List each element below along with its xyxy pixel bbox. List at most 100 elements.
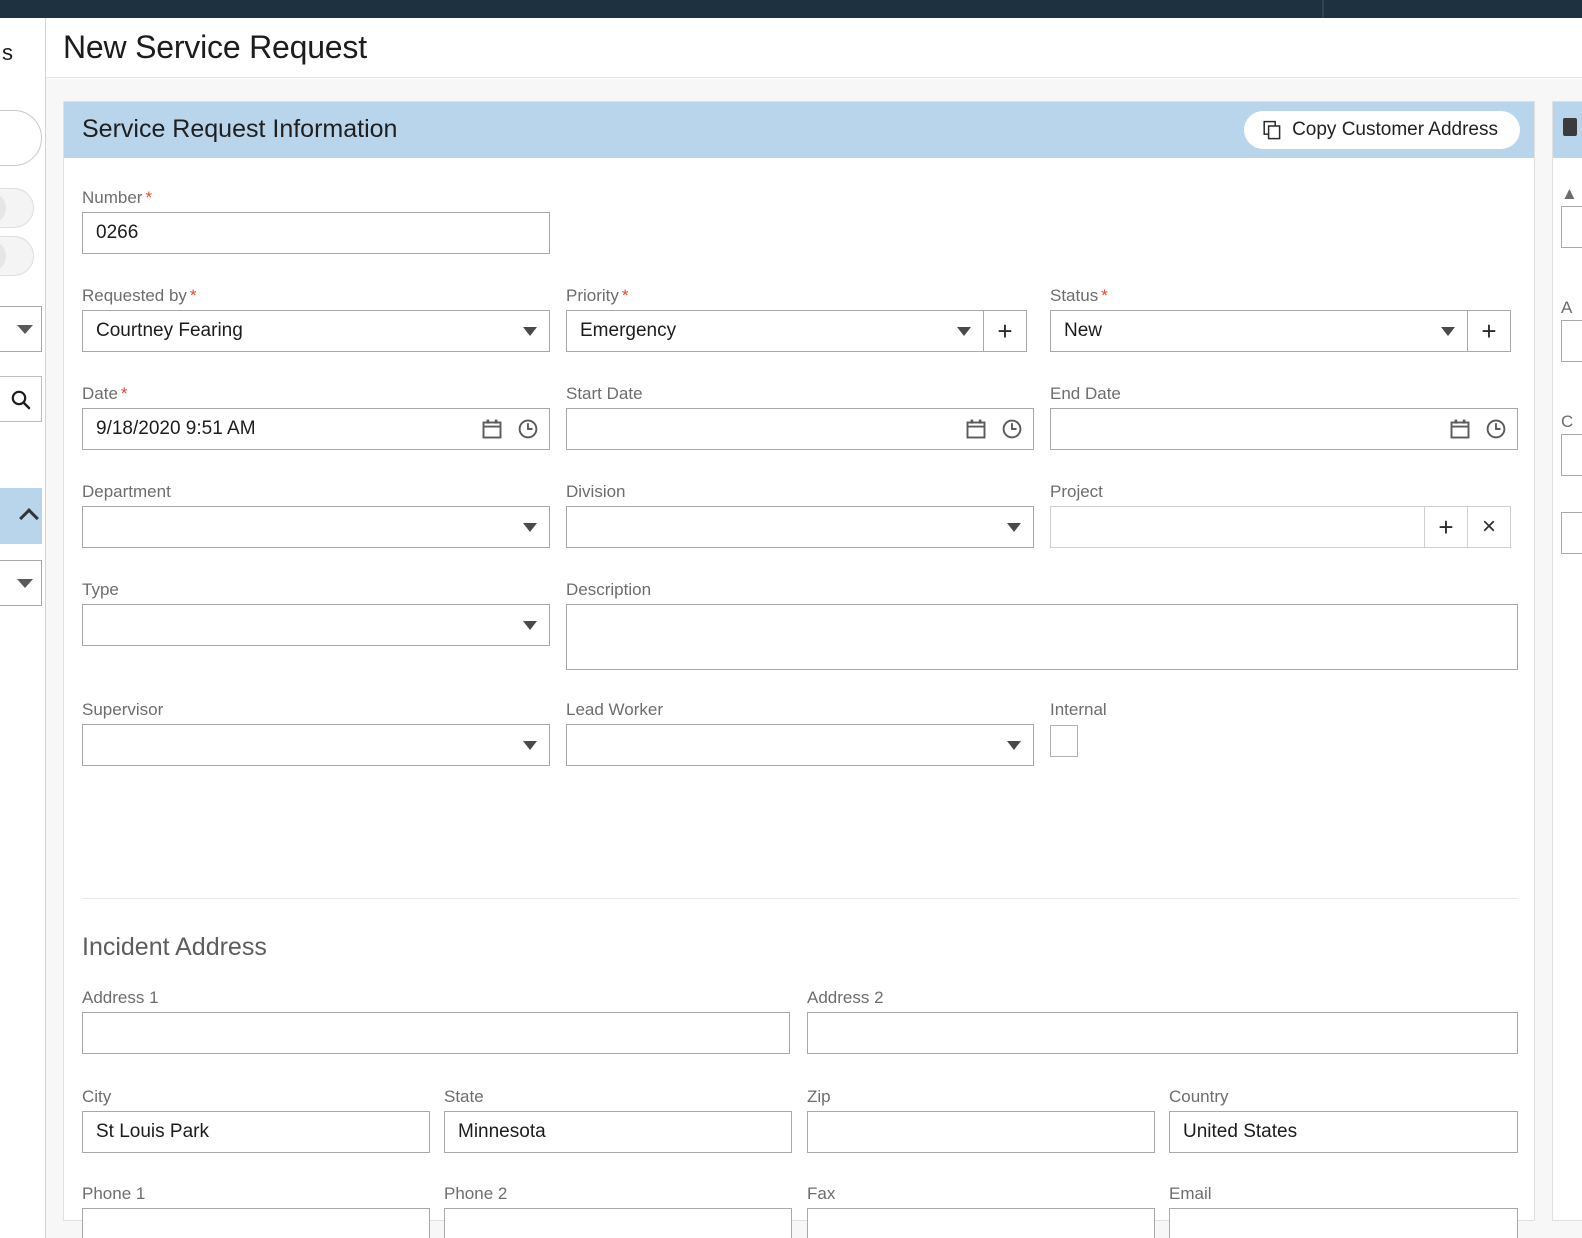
field-phone2: Phone 2: [444, 1184, 792, 1238]
copy-customer-address-label: Copy Customer Address: [1292, 119, 1498, 140]
sidebar-rounded-button[interactable]: [0, 110, 42, 166]
calendar-icon[interactable]: [1449, 418, 1471, 440]
toggle-knob: [0, 192, 6, 224]
status-select[interactable]: New: [1050, 310, 1468, 352]
field-requested-by: Requested by * Courtney Fearing: [82, 286, 550, 352]
sidebar-collapsed-section-header[interactable]: [0, 488, 42, 544]
chevron-down-icon: [1007, 741, 1021, 750]
field-email: Email: [1169, 1184, 1518, 1238]
field-internal-label: Internal: [1050, 700, 1107, 719]
required-marker: *: [1101, 286, 1108, 305]
zip-input[interactable]: [807, 1111, 1155, 1153]
field-priority-label: Priority *: [566, 286, 629, 305]
field-zip: Zip: [807, 1087, 1155, 1153]
chevron-down-icon: [523, 621, 537, 630]
sidebar-toggle-2[interactable]: [0, 236, 34, 276]
field-phone1: Phone 1: [82, 1184, 430, 1238]
requested-by-select[interactable]: Courtney Fearing: [82, 310, 550, 352]
chevron-down-icon: [957, 327, 971, 336]
left-sidebar-strip: s: [0, 18, 46, 1238]
adjacent-panel-input-4[interactable]: [1561, 512, 1582, 554]
field-number-label: Number *: [82, 188, 153, 207]
page-title: New Service Request: [63, 29, 367, 65]
calendar-icon[interactable]: [481, 418, 503, 440]
copy-customer-address-button[interactable]: Copy Customer Address: [1244, 111, 1520, 149]
service-request-information-card: Service Request Information Copy Custome…: [63, 101, 1535, 1238]
status-value: New: [1064, 320, 1103, 341]
adjacent-panel-label-3: C: [1561, 412, 1574, 431]
sidebar-toggle-1[interactable]: [0, 188, 34, 228]
field-department-label: Department: [82, 482, 171, 501]
address2-input[interactable]: [807, 1012, 1518, 1054]
city-input[interactable]: St Louis Park: [82, 1111, 430, 1153]
adjacent-panel-clipped: ▲ A C: [1552, 101, 1582, 1221]
field-type-label: Type: [82, 580, 119, 599]
internal-checkbox[interactable]: [1050, 725, 1078, 757]
field-date-label: Date *: [82, 384, 128, 403]
lead-worker-select[interactable]: [566, 724, 1034, 766]
phone1-input[interactable]: [82, 1208, 430, 1238]
clock-icon[interactable]: [1001, 418, 1023, 440]
incident-address-title: Incident Address: [82, 933, 267, 961]
fax-input[interactable]: [807, 1208, 1155, 1238]
project-input[interactable]: [1050, 506, 1425, 548]
field-start-date: Start Date: [566, 384, 1034, 450]
chevron-down-icon: [523, 327, 537, 336]
supervisor-select[interactable]: [82, 724, 550, 766]
adjacent-panel-input-1[interactable]: [1561, 206, 1582, 248]
country-input[interactable]: United States: [1169, 1111, 1518, 1153]
phone2-input[interactable]: [444, 1208, 792, 1238]
field-address1: Address 1: [82, 988, 790, 1054]
date-input-value: 9/18/2020 9:51 AM: [96, 418, 256, 439]
project-clear-button[interactable]: ×: [1468, 506, 1511, 548]
adjacent-panel-label-2: A: [1561, 298, 1573, 317]
field-address2-label: Address 2: [807, 988, 884, 1007]
chevron-down-icon: [523, 741, 537, 750]
clock-icon[interactable]: [1485, 418, 1507, 440]
state-input[interactable]: Minnesota: [444, 1111, 792, 1153]
division-select[interactable]: [566, 506, 1034, 548]
date-input[interactable]: 9/18/2020 9:51 AM: [82, 408, 550, 450]
address1-input[interactable]: [82, 1012, 790, 1054]
required-marker: *: [189, 286, 197, 305]
start-date-input[interactable]: [566, 408, 1034, 450]
description-textarea[interactable]: [566, 604, 1518, 670]
field-division: Division: [566, 482, 1034, 548]
sidebar-dropdown-1[interactable]: [0, 306, 42, 352]
date-icons: [965, 418, 1023, 440]
country-value: United States: [1183, 1121, 1298, 1142]
project-add-button[interactable]: +: [1425, 506, 1468, 548]
field-department: Department: [82, 482, 550, 548]
department-select[interactable]: [82, 506, 550, 548]
priority-value: Emergency: [580, 320, 677, 341]
clock-icon[interactable]: [517, 418, 539, 440]
field-fax-label: Fax: [807, 1184, 836, 1203]
adjacent-panel-input-2[interactable]: [1561, 320, 1582, 362]
priority-select[interactable]: Emergency: [566, 310, 984, 352]
field-state-label: State: [444, 1087, 484, 1106]
priority-add-button[interactable]: +: [984, 310, 1027, 352]
field-description: Description: [566, 580, 1518, 670]
number-input[interactable]: 0266: [82, 212, 550, 254]
sidebar-search-button[interactable]: [0, 376, 42, 422]
page-header: New Service Request: [46, 18, 1582, 78]
field-end-date-label: End Date: [1050, 384, 1121, 403]
calendar-icon[interactable]: [965, 418, 987, 440]
chevron-up-icon: [19, 508, 39, 528]
adjacent-panel-label-1: ▲: [1561, 184, 1578, 203]
status-add-button[interactable]: +: [1468, 310, 1511, 352]
type-select[interactable]: [82, 604, 550, 646]
adjacent-panel-input-3[interactable]: [1561, 434, 1582, 476]
email-input[interactable]: [1169, 1208, 1518, 1238]
sidebar-dropdown-2[interactable]: [0, 560, 42, 606]
field-city: City St Louis Park: [82, 1087, 430, 1153]
app-topbar: [0, 0, 1582, 18]
topbar-divider: [1322, 0, 1324, 18]
field-lead-worker: Lead Worker: [566, 700, 1034, 766]
field-address2: Address 2: [807, 988, 1518, 1054]
chevron-down-icon: [523, 523, 537, 532]
field-zip-label: Zip: [807, 1087, 831, 1106]
field-phone2-label: Phone 2: [444, 1184, 508, 1203]
end-date-input[interactable]: [1050, 408, 1518, 450]
search-icon: [11, 390, 31, 410]
